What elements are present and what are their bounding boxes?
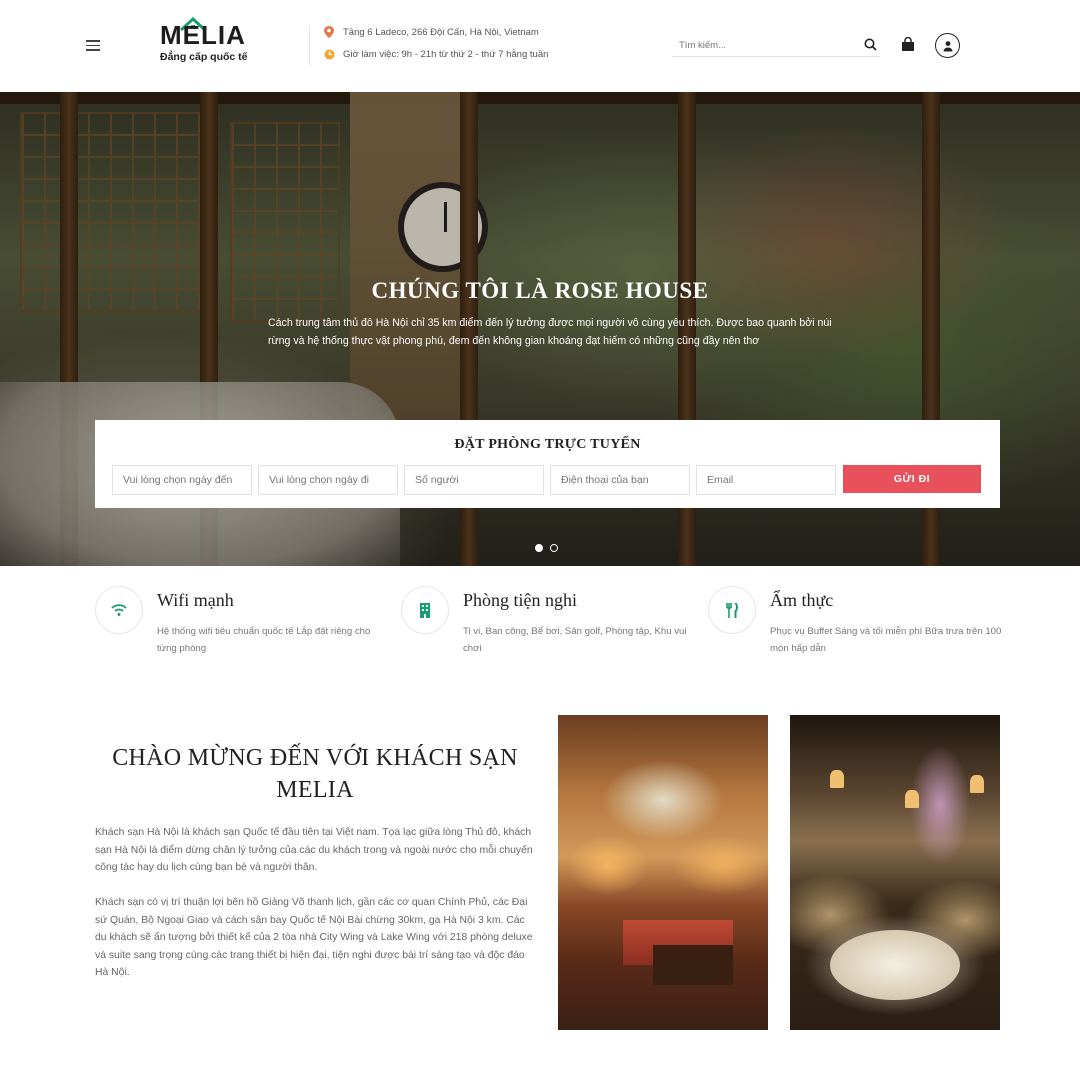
phone-input[interactable] [550,465,690,495]
booking-title: ĐẶT PHÒNG TRỰC TUYẾN [454,437,641,452]
bedroom-photo-chest [653,945,733,985]
banquet-photo-table [830,930,960,1000]
slider-dots [535,544,565,552]
cart-bag-icon[interactable] [900,36,916,58]
building-icon [401,586,449,634]
feature-description: Phục vụ Buffet Sáng và tối miễn phí Bữa … [770,626,1002,654]
location-pin-icon [323,26,335,38]
hours-info: Giờ làm việc: 9h - 21h từ thứ 2 - thứ 7 … [323,48,548,60]
search-box [672,33,880,57]
hours-text: Giờ làm việc: 9h - 21h từ thứ 2 - thứ 7 … [343,48,549,60]
slider-dot[interactable] [535,544,543,552]
hero-title: CHÚNG TÔI LÀ ROSE HOUSE [371,278,709,303]
bedroom-photo [558,715,768,1030]
booking-form: ĐẶT PHÒNG TRỰC TUYẾN GỬI ĐI [95,420,1000,508]
arrival-date-input[interactable] [112,465,252,495]
slider-dot[interactable] [550,544,558,552]
user-account-icon[interactable] [935,33,960,58]
welcome-paragraph: Khách sạn có vị trí thuận lợi bên hồ Giả… [95,897,533,978]
search-input[interactable] [672,33,842,57]
banquet-photo-lamp [830,770,844,788]
header-divider [309,26,310,66]
welcome-paragraph: Khách sạn Hà Nội là khách sạn Quốc tế đầ… [95,827,533,873]
logo-tagline: Đẳng cấp quốc tế [160,51,248,63]
feature-title: Wifi mạnh [157,590,234,610]
address-info: Tầng 6 Ladeco, 266 Đội Cấn, Hà Nội, Viet… [323,26,539,38]
cutlery-icon [708,586,756,634]
departure-date-input[interactable] [258,465,398,495]
feature-title: Ẩm thực [770,590,834,610]
hero-description: Cách trung tâm thủ đô Hà Nội chỉ 35 km đ… [268,317,832,347]
email-input[interactable] [696,465,836,495]
menu-icon[interactable] [86,40,100,51]
site-header: MELIA Đẳng cấp quốc tế Tầng 6 Ladeco, 26… [0,0,1080,92]
feature-description: Hệ thống wifi tiêu chuẩn quốc tế Lắp đặt… [157,626,371,654]
wifi-icon [95,586,143,634]
logo-text: MELIA [160,20,246,50]
feature-title: Phòng tiện nghi [463,590,578,610]
logo[interactable]: MELIA Đẳng cấp quốc tế [160,17,260,63]
clock-icon [323,48,335,60]
banquet-photo-lamp [970,775,984,793]
submit-button[interactable]: GỬI ĐI [843,465,981,493]
banquet-hall-photo [790,715,1000,1030]
search-icon[interactable] [864,38,877,56]
address-text: Tầng 6 Ladeco, 266 Đội Cấn, Hà Nội, Viet… [343,26,539,38]
guests-input[interactable] [404,465,544,495]
banquet-photo-lamp [905,790,919,808]
welcome-title: CHÀO MỪNG ĐẾN VỚI KHÁCH SẠN MELIA [112,745,518,803]
feature-description: Ti vi, Ban công, Bể bơi, Sân golf, Phòng… [463,626,687,654]
